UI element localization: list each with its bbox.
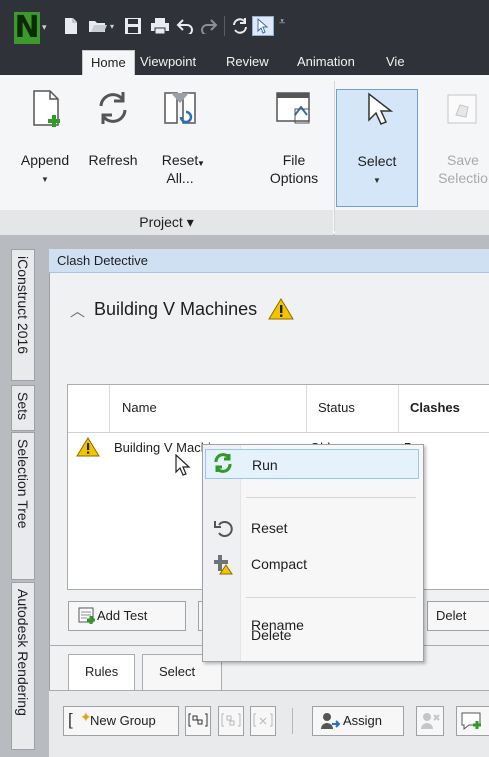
new-file-icon[interactable]: [62, 17, 80, 35]
menu-item-reset[interactable]: Reset: [205, 513, 419, 543]
grid-column-divider: [109, 385, 110, 433]
new-group-bracket-icon: [: [68, 710, 73, 729]
explode-group-button[interactable]: [218, 706, 244, 736]
run-refresh-icon: [214, 453, 232, 473]
unassign-button[interactable]: [416, 706, 444, 736]
save-icon[interactable]: [124, 17, 142, 35]
open-dropdown-icon[interactable]: ▾: [110, 22, 114, 31]
customize-dropdown-icon[interactable]: ⩡: [279, 16, 285, 29]
select-panel-label: [335, 210, 489, 235]
project-panel-label[interactable]: Project ▾: [0, 210, 333, 235]
explode-group-icon: [221, 713, 241, 727]
compact-icon: [214, 555, 233, 575]
reset-all-button[interactable]: Reset All... ▼: [145, 75, 215, 209]
print-icon[interactable]: [150, 17, 170, 35]
side-tab-autodesk-rendering[interactable]: Autodesk Rendering: [11, 582, 35, 750]
ribbon: Append ▼ Refresh Reset All... ▼ File Opt…: [0, 75, 489, 235]
assign-user-icon: [321, 713, 340, 729]
tab-review[interactable]: Review: [218, 50, 277, 75]
append-dropdown-icon: ▼: [41, 175, 49, 184]
refresh-button[interactable]: Refresh: [82, 75, 144, 209]
row-warning-icon: [76, 437, 100, 457]
save-selection-button[interactable]: Save Selectio: [428, 75, 489, 209]
tab-rules[interactable]: Rules: [68, 654, 136, 690]
reset-dropdown-icon: ▼: [197, 159, 205, 168]
file-options-icon: [276, 92, 310, 124]
add-comment-button[interactable]: [456, 706, 489, 736]
select-cursor-icon[interactable]: [252, 16, 274, 36]
app-menu-dropdown-icon[interactable]: ▾: [42, 22, 47, 33]
collapse-chevron-icon[interactable]: ︿: [70, 300, 85, 321]
tab-view[interactable]: Vie: [378, 50, 413, 75]
column-header-status[interactable]: Status: [318, 400, 355, 415]
refresh-icon: [99, 92, 127, 124]
clash-detective-header[interactable]: Clash Detective: [49, 249, 489, 273]
side-tab-sets[interactable]: Sets: [11, 385, 35, 431]
test-title: Building V Machines: [94, 299, 258, 319]
select-cursor-icon: [368, 92, 394, 125]
column-header-name[interactable]: Name: [122, 400, 157, 415]
select-button[interactable]: Select ▼: [336, 89, 418, 207]
app-logo[interactable]: N: [14, 12, 40, 44]
refresh-icon[interactable]: [230, 17, 250, 35]
warning-icon: [268, 298, 294, 320]
column-header-clashes[interactable]: Clashes: [410, 400, 460, 415]
undo-icon[interactable]: [176, 18, 194, 34]
group-icon: [188, 713, 208, 727]
delete-test-button[interactable]: Delet: [427, 601, 489, 631]
side-tab-selection-tree[interactable]: Selection Tree: [11, 432, 35, 580]
group-selected-button[interactable]: [185, 706, 211, 736]
append-button[interactable]: Append ▼: [8, 75, 82, 209]
open-folder-icon[interactable]: [88, 18, 108, 34]
redo-icon[interactable]: [200, 18, 218, 34]
menu-separator: [246, 597, 416, 598]
grid-column-divider: [398, 385, 399, 433]
append-icon: [33, 90, 60, 127]
menu-item-delete-label[interactable]: Delete: [205, 620, 419, 650]
toolbar-separator: [292, 708, 293, 734]
select-dropdown-icon: ▼: [373, 176, 381, 185]
unassign-user-icon: [421, 713, 440, 729]
tab-animation[interactable]: Animation: [289, 50, 363, 75]
menu-item-compact[interactable]: Compact: [205, 549, 419, 579]
save-selection-icon: [447, 94, 477, 124]
new-group-icon: ✦: [80, 709, 92, 725]
qat-separator: [224, 16, 225, 36]
file-options-button[interactable]: File Options: [258, 75, 330, 209]
reset-all-icon: [164, 92, 196, 124]
remove-from-group-button[interactable]: [250, 706, 276, 736]
grid-column-divider: [306, 385, 307, 433]
mouse-cursor-icon: [175, 454, 191, 476]
menu-separator: [246, 497, 416, 498]
tab-home[interactable]: Home: [82, 50, 135, 75]
menu-item-run[interactable]: Run: [205, 449, 419, 479]
tab-viewpoint[interactable]: Viewpoint: [132, 50, 204, 75]
add-test-icon: [78, 607, 95, 624]
remove-from-group-icon: [253, 713, 273, 727]
ribbon-separator: [334, 81, 335, 231]
reset-icon: [214, 521, 233, 537]
side-tab-iconstruct[interactable]: iConstruct 2016: [11, 249, 35, 381]
comment-icon: [461, 712, 481, 731]
